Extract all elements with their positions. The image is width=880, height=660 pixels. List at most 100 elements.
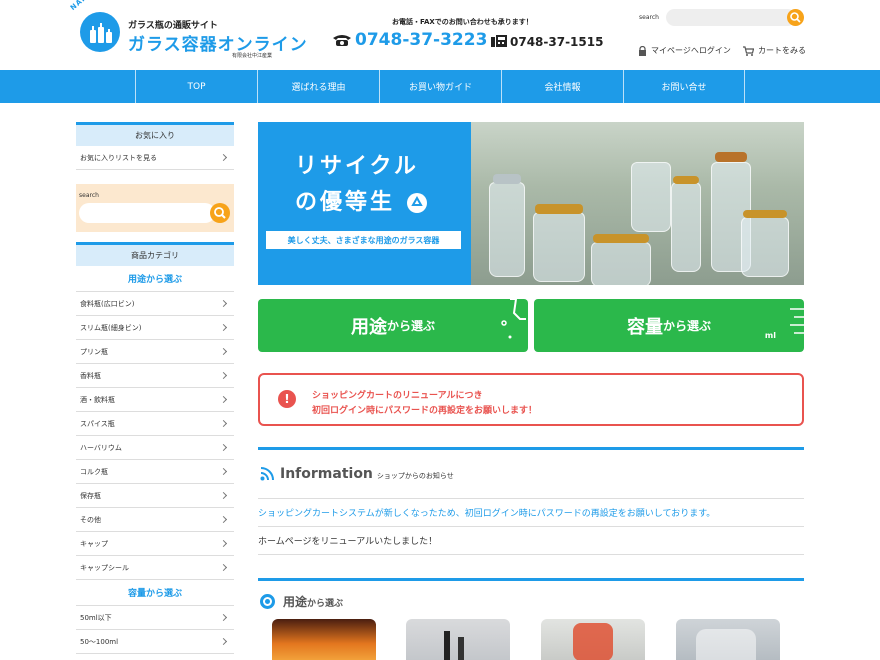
category-item-label: 保存瓶 xyxy=(80,491,101,500)
banner-jars-photo xyxy=(471,122,804,285)
chevron-right-icon xyxy=(219,515,228,524)
search-icon xyxy=(214,207,226,219)
hero-banner[interactable]: リサイクル の優等生 美しく丈夫、さまざまな用途のガラス容器 xyxy=(258,122,804,285)
cart-label: カートをみる xyxy=(758,46,806,55)
use-thumbnail[interactable] xyxy=(541,619,645,660)
mypage-login-link[interactable]: マイページへログイン xyxy=(638,45,731,56)
chevron-right-icon xyxy=(219,419,228,428)
capacity-item-label: 50～100ml xyxy=(80,637,119,646)
alert-icon: ! xyxy=(278,390,296,408)
banner-text-panel: リサイクル の優等生 美しく丈夫、さまざまな用途のガラス容器 xyxy=(258,122,471,285)
cart-link[interactable]: カートをみる xyxy=(743,45,806,56)
notice-line-1: ショッピングカートのリニューアルにつき xyxy=(312,391,483,401)
chevron-right-icon xyxy=(219,323,228,332)
chevron-right-icon xyxy=(219,539,228,548)
category-item-label: キャップ xyxy=(80,539,108,548)
select-by-capacity-big: 容量 xyxy=(626,316,663,338)
category-item[interactable]: 保存瓶 xyxy=(76,484,234,508)
use-section-heading: 用途から選ぶ xyxy=(258,581,804,621)
category-item-label: 酒・飲料瓶 xyxy=(80,395,115,404)
nav-company[interactable]: 会社情報 xyxy=(501,70,623,103)
category-item[interactable]: 酒・飲料瓶 xyxy=(76,388,234,412)
lock-icon xyxy=(639,45,646,56)
bottle-outline-icon xyxy=(501,299,526,339)
category-item[interactable]: スパイス瓶 xyxy=(76,412,234,436)
measure-lines-icon xyxy=(790,308,804,334)
logo-title[interactable]: ガラス容器オンライン xyxy=(128,30,308,55)
bottles-icon xyxy=(90,23,112,43)
header-search-button[interactable] xyxy=(787,9,804,26)
category-item-label: 香料瓶 xyxy=(80,371,101,380)
cart-icon xyxy=(743,45,754,56)
category-item-label: スリム瓶(細身ビン) xyxy=(80,323,142,332)
category-item[interactable]: その他 xyxy=(76,508,234,532)
category-item-label: ハーバリウム xyxy=(80,443,122,452)
news-item[interactable]: ショッピングカートシステムが新しくなったため、初回ログイン時にパスワードの再設定… xyxy=(258,499,804,527)
category-item-label: スパイス瓶 xyxy=(80,419,115,428)
use-section-title-small: から選ぶ xyxy=(307,598,344,609)
chevron-right-icon xyxy=(219,299,228,308)
contact-note: お電話・FAXでのお問い合わせも承ります！ xyxy=(392,18,533,26)
capacity-item[interactable]: 50ml以下 xyxy=(76,606,234,630)
capacity-item[interactable]: 50～100ml xyxy=(76,630,234,654)
nav-guide[interactable]: お買い物ガイド xyxy=(379,70,501,103)
banner-title-2: の優等生 xyxy=(295,184,428,216)
chevron-right-icon xyxy=(219,491,228,500)
favorites-heading: お気に入り xyxy=(76,122,234,146)
chevron-right-icon xyxy=(219,371,228,380)
search-icon xyxy=(790,12,801,23)
phone-icon xyxy=(333,35,351,46)
capacity-item-label: 50ml以下 xyxy=(80,613,112,622)
site-header: NAKAE GLASS ガラス瓶の通販サイト ガラス容器オンライン 有限会社中江… xyxy=(0,0,880,70)
select-by-use-big: 用途 xyxy=(350,316,387,338)
category-item[interactable]: コルク瓶 xyxy=(76,460,234,484)
favorites-link-label: お気に入りリストを見る xyxy=(80,153,157,162)
category-item-label: 食料瓶(広口ビン) xyxy=(80,299,135,308)
category-heading: 商品カテゴリ xyxy=(76,242,234,266)
renewal-notice: ! ショッピングカートのリニューアルにつき 初回ログイン時にパスワードの再設定を… xyxy=(258,373,804,426)
favorites-link[interactable]: お気に入りリストを見る xyxy=(76,146,234,170)
information-title: Information xyxy=(280,466,373,482)
category-item[interactable]: 香料瓶 xyxy=(76,364,234,388)
use-heading: 用途から選ぶ xyxy=(76,266,234,292)
notice-line-2: 初回ログイン時にパスワードの再設定をお願いします！ xyxy=(312,406,538,416)
use-section-title-big: 用途 xyxy=(283,594,308,609)
select-by-capacity-button[interactable]: 容量 から選ぶ ml xyxy=(534,299,804,352)
category-item[interactable]: ハーバリウム xyxy=(76,436,234,460)
sidebar-search-input[interactable] xyxy=(79,203,215,223)
information-section: Information ショップからのお知らせ ショッピングカートシステムが新し… xyxy=(258,447,804,555)
fax-number: 0748-37-1515 xyxy=(510,35,604,49)
category-item[interactable]: キャップシール xyxy=(76,556,234,580)
header-search-label: search xyxy=(639,14,659,21)
category-item[interactable]: スリム瓶(細身ビン) xyxy=(76,316,234,340)
select-by-use-button[interactable]: 用途 から選ぶ xyxy=(258,299,528,352)
tel-number[interactable]: 0748-37-3223 xyxy=(355,30,487,50)
ml-label: ml xyxy=(764,331,776,340)
select-by-use-small: から選ぶ xyxy=(386,319,435,333)
sidebar-search-button[interactable] xyxy=(210,203,230,223)
use-thumbnail[interactable] xyxy=(272,619,376,660)
nav-top[interactable]: TOP xyxy=(135,70,257,103)
target-icon xyxy=(260,593,275,609)
use-thumbnail[interactable] xyxy=(676,619,780,660)
nav-contact[interactable]: お問い合せ xyxy=(623,70,745,103)
information-subtitle: ショップからのお知らせ xyxy=(376,472,454,480)
news-item: ホームページをリニューアルいたしました！ xyxy=(258,527,804,555)
rss-icon xyxy=(260,467,274,481)
category-item[interactable]: プリン瓶 xyxy=(76,340,234,364)
category-item-label: キャップシール xyxy=(80,563,129,572)
company-name: 有限会社中江産業 xyxy=(232,53,273,59)
information-heading: Information ショップからのお知らせ xyxy=(258,450,804,499)
sidebar: お気に入り お気に入りリストを見る search 商品カテゴリ 用途から選ぶ 食… xyxy=(76,122,234,654)
category-item[interactable]: 食料瓶(広口ビン) xyxy=(76,292,234,316)
banner-title-2-text: の優等生 xyxy=(295,190,396,215)
header-search-input[interactable] xyxy=(666,9,796,26)
category-item[interactable]: キャップ xyxy=(76,532,234,556)
use-thumbnail[interactable] xyxy=(406,619,510,660)
chevron-right-icon xyxy=(219,637,228,646)
recycle-icon xyxy=(406,193,427,213)
sidebar-search-label: search xyxy=(79,192,99,199)
nav-reasons[interactable]: 選ばれる理由 xyxy=(257,70,379,103)
chevron-right-icon xyxy=(219,467,228,476)
category-item-label: その他 xyxy=(80,515,101,524)
